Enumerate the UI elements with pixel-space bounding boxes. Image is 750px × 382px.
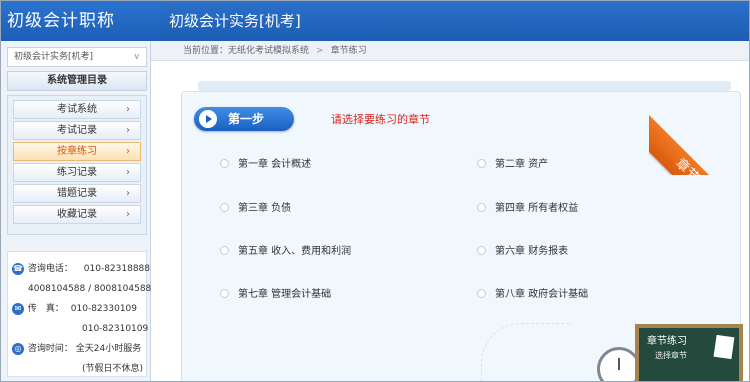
chapter-option-6[interactable]: 第六章 财务报表 bbox=[477, 244, 568, 260]
chapter-label: 第二章 资产 bbox=[495, 159, 549, 170]
chapter-label: 第三章 负债 bbox=[238, 203, 292, 214]
select-chapter-hint: 请选择要练习的章节 bbox=[331, 113, 430, 126]
menu-title: 系统管理目录 bbox=[7, 71, 147, 91]
chapter-option-2[interactable]: 第二章 资产 bbox=[477, 157, 548, 173]
radio-button[interactable] bbox=[220, 245, 229, 255]
chapter-option-5[interactable]: 第五章 收入、费用和利润 bbox=[220, 244, 351, 260]
contact-panel: ☎ 咨询电话： 010-82318888 4008104588 / 800810… bbox=[7, 251, 151, 377]
hours-row: ◎ 咨询时间： 全天24小时服务 bbox=[12, 340, 141, 358]
chevron-down-icon: ∨ bbox=[133, 52, 140, 62]
radio-button[interactable] bbox=[477, 288, 486, 298]
sidebar-item-exam-records[interactable]: 考试记录 › bbox=[13, 121, 141, 140]
phone-label: 咨询电话： bbox=[27, 264, 73, 274]
radio-button[interactable] bbox=[220, 288, 229, 298]
breadcrumb-separator: > bbox=[316, 46, 324, 56]
chapter-label: 第一章 会计概述 bbox=[238, 159, 312, 170]
chalkboard-illustration: 章节练习 选择章节 bbox=[635, 324, 743, 381]
step-one-button[interactable]: 第一步 bbox=[194, 107, 294, 131]
chevron-right-icon: › bbox=[126, 167, 130, 178]
play-icon bbox=[199, 110, 217, 128]
course-select[interactable]: 初级会计实务[机考] ∨ bbox=[7, 47, 147, 67]
sidebar-item-chapter-practice[interactable]: 按章练习 › bbox=[13, 142, 141, 161]
sidebar-menu: 考试系统 › 考试记录 › 按章练习 › 练习记录 › 错题记录 › 收藏记录 … bbox=[7, 95, 147, 235]
chapter-label: 第七章 管理会计基础 bbox=[238, 289, 332, 300]
app-window: 初级会计职称 初级会计实务[机考] 初级会计实务[机考] ∨ 系统管理目录 考试… bbox=[0, 0, 750, 382]
phone-icon: ☎ bbox=[12, 262, 24, 275]
sidebar-item-practice-records[interactable]: 练习记录 › bbox=[13, 163, 141, 182]
chevron-right-icon: › bbox=[126, 146, 130, 157]
breadcrumb-prefix: 当前位置： bbox=[183, 46, 229, 56]
radio-button[interactable] bbox=[477, 202, 486, 212]
step-one-label: 第一步 bbox=[228, 112, 265, 126]
sidebar-item-label: 考试系统 bbox=[57, 104, 97, 115]
top-header: 初级会计职称 初级会计实务[机考] bbox=[1, 1, 749, 41]
chevron-right-icon: › bbox=[126, 209, 130, 220]
breadcrumb-system-link[interactable]: 无纸化考试模拟系统 bbox=[228, 46, 309, 56]
chevron-right-icon: › bbox=[126, 104, 130, 115]
chapter-option-8[interactable]: 第八章 政府会计基础 bbox=[477, 287, 588, 303]
chapter-option-4[interactable]: 第四章 所有者权益 bbox=[477, 201, 578, 217]
chevron-right-icon: › bbox=[126, 188, 130, 199]
sidebar: 初级会计实务[机考] ∨ 系统管理目录 考试系统 › 考试记录 › 按章练习 ›… bbox=[1, 41, 151, 381]
radio-button[interactable] bbox=[220, 158, 229, 168]
ribbon-band: 章节练习 bbox=[649, 115, 748, 175]
board-subtitle: 选择章节 bbox=[655, 351, 687, 360]
sidebar-item-label: 考试记录 bbox=[57, 125, 97, 136]
breadcrumb-current: 章节练习 bbox=[330, 46, 367, 56]
corner-ribbon: 章节练习 bbox=[649, 85, 749, 175]
phone-number-2: 4008104588 / 8008104588 bbox=[28, 284, 152, 294]
fax-icon: ✉ bbox=[12, 302, 24, 315]
chapter-label: 第八章 政府会计基础 bbox=[495, 289, 589, 300]
fax-number-1: 010-82330109 bbox=[70, 304, 137, 314]
chapter-label: 第四章 所有者权益 bbox=[495, 203, 579, 214]
sidebar-item-label: 错题记录 bbox=[57, 188, 97, 199]
breadcrumb: 当前位置：无纸化考试模拟系统 > 章节练习 bbox=[151, 41, 749, 61]
phone-row: ☎ 咨询电话： 010-82318888 bbox=[12, 260, 150, 278]
course-select-value: 初级会计实务[机考] bbox=[14, 52, 94, 62]
chapter-option-7[interactable]: 第七章 管理会计基础 bbox=[220, 287, 331, 303]
phone-number-1: 010-82318888 bbox=[83, 264, 150, 274]
chapter-label: 第六章 财务报表 bbox=[495, 246, 569, 257]
sidebar-item-label: 按章练习 bbox=[57, 146, 97, 157]
chapter-option-3[interactable]: 第三章 负债 bbox=[220, 201, 291, 217]
headset-icon: ◎ bbox=[12, 342, 24, 355]
board-title: 章节练习 bbox=[647, 336, 687, 347]
hours-label: 咨询时间： bbox=[27, 344, 73, 354]
radio-button[interactable] bbox=[477, 158, 486, 168]
ribbon-label: 章节练习 bbox=[655, 140, 723, 175]
chevron-right-icon: › bbox=[126, 125, 130, 136]
radio-button[interactable] bbox=[220, 202, 229, 212]
background-sketch bbox=[481, 323, 571, 381]
fax-row: ✉ 传 真： 010-82330109 bbox=[12, 300, 137, 318]
sidebar-item-exam-system[interactable]: 考试系统 › bbox=[13, 100, 141, 119]
fax-number-2: 010-82310109 bbox=[82, 324, 149, 334]
sidebar-item-label: 收藏记录 bbox=[57, 209, 97, 220]
chapter-label: 第五章 收入、费用和利润 bbox=[238, 246, 352, 257]
brand-title: 初级会计职称 bbox=[1, 1, 161, 41]
paper-illustration bbox=[713, 334, 735, 360]
hours-note: (节假日不休息) bbox=[82, 364, 144, 374]
sidebar-item-favorites[interactable]: 收藏记录 › bbox=[13, 205, 141, 224]
fax-label: 传 真： bbox=[27, 304, 64, 314]
chapter-option-1[interactable]: 第一章 会计概述 bbox=[220, 157, 311, 173]
sidebar-item-label: 练习记录 bbox=[57, 167, 97, 178]
page-title: 初级会计实务[机考] bbox=[169, 12, 301, 30]
hours-value: 全天24小时服务 bbox=[75, 344, 142, 354]
sidebar-item-wrong-records[interactable]: 错题记录 › bbox=[13, 184, 141, 203]
radio-button[interactable] bbox=[477, 245, 486, 255]
